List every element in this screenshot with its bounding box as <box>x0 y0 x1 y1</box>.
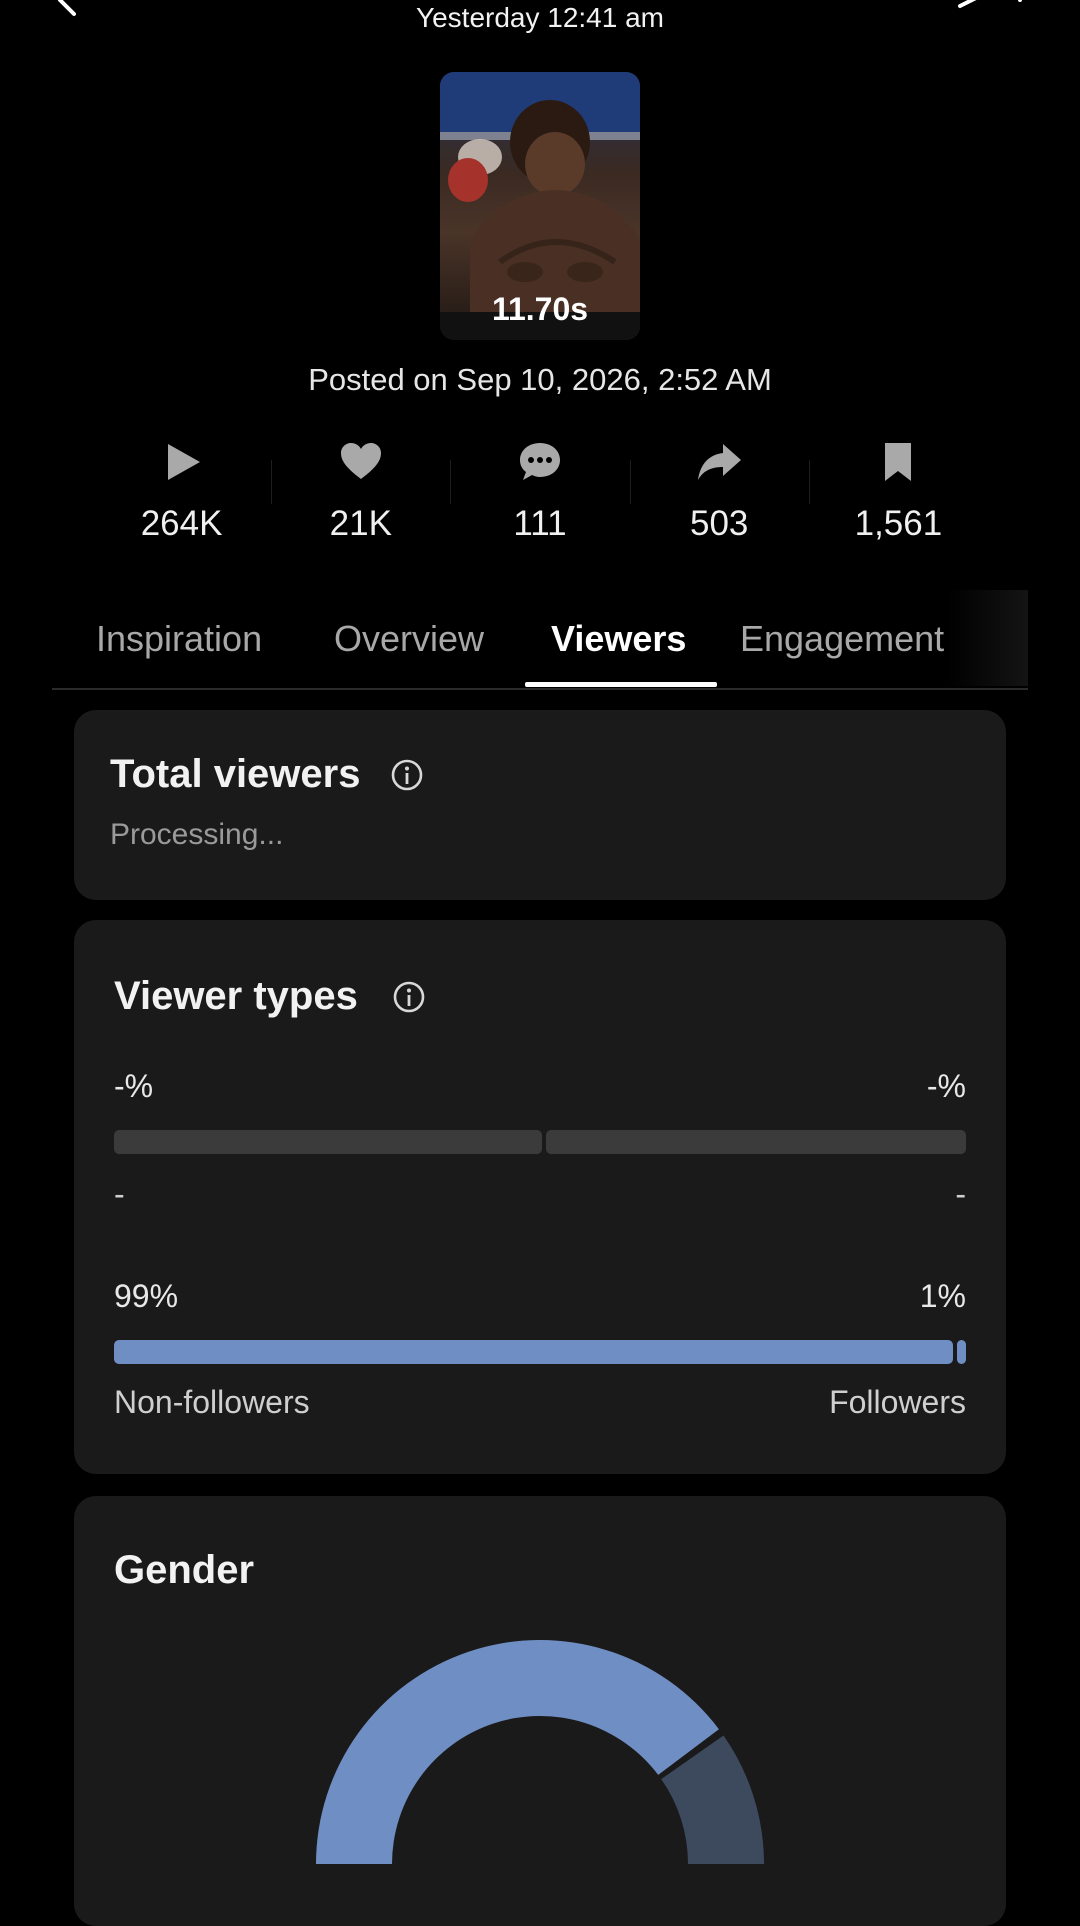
comment-icon <box>520 443 560 480</box>
heart-icon <box>340 443 381 479</box>
stat-saves: 1,561 <box>808 440 988 560</box>
play-icon <box>167 444 200 480</box>
active-tab-indicator <box>525 682 717 687</box>
total-viewers-value: Processing... <box>110 818 284 851</box>
stat-value: 1,561 <box>854 504 943 543</box>
stat-value: 264K <box>140 504 223 543</box>
stat-comments: 111 <box>450 440 629 560</box>
viewer-types-title: Viewer types <box>114 974 358 1018</box>
stats-row: 264K 21K 111 503 1,561 <box>92 440 988 560</box>
tab-viewers[interactable]: Viewers <box>551 618 686 660</box>
info-icon[interactable] <box>390 758 424 792</box>
posted-date: Posted on Sep 10, 2026, 2:52 AM <box>308 362 772 397</box>
analytics-tabs: Inspiration Overview Viewers Engagement <box>52 590 1028 690</box>
share-icon <box>698 444 742 480</box>
gender-segment-primary <box>316 1640 719 1864</box>
stat-value: 21K <box>329 504 392 543</box>
viewer-type-right-pct: -% <box>926 1068 966 1104</box>
viewer-types-card: Viewer types -% -% - - 99% 1% Non-follow… <box>74 920 1006 1474</box>
stat-value: 111 <box>513 504 567 543</box>
non-followers-bar <box>114 1340 953 1364</box>
stat-shares: 503 <box>629 440 809 560</box>
followers-bar-segment <box>957 1340 966 1364</box>
stat-value: 503 <box>690 504 749 543</box>
gender-card: Gender <box>74 1496 1006 1926</box>
viewer-type-bar-right <box>546 1130 966 1154</box>
gender-donut-chart <box>316 1640 764 1864</box>
followers-pct: 1% <box>919 1278 966 1314</box>
back-chevron-icon[interactable] <box>48 0 88 22</box>
viewer-type-bar-left <box>114 1130 542 1154</box>
tab-inspiration[interactable]: Inspiration <box>96 618 262 660</box>
bookmark-icon <box>885 443 912 481</box>
video-duration: 11.70s <box>491 291 589 327</box>
stat-views: 264K <box>92 440 271 560</box>
viewer-type-left-label: - <box>114 1176 125 1212</box>
tab-engagement[interactable]: Engagement <box>740 618 944 660</box>
followers-label: Followers <box>829 1384 966 1420</box>
share-and-more-icon[interactable] <box>840 0 1040 22</box>
viewer-type-left-pct: -% <box>114 1068 154 1104</box>
info-icon[interactable] <box>392 980 426 1014</box>
non-followers-pct: 99% <box>114 1278 179 1314</box>
tab-overview[interactable]: Overview <box>334 618 484 660</box>
total-viewers-card: Total viewers Processing... <box>74 710 1006 900</box>
total-viewers-title: Total viewers <box>110 752 361 796</box>
video-thumbnail[interactable]: 11.70s <box>440 72 640 340</box>
stat-likes: 21K <box>271 440 450 560</box>
non-followers-label: Non-followers <box>114 1384 310 1420</box>
viewer-type-right-label: - <box>955 1176 966 1212</box>
tabs-scroll-fade <box>948 590 1028 686</box>
